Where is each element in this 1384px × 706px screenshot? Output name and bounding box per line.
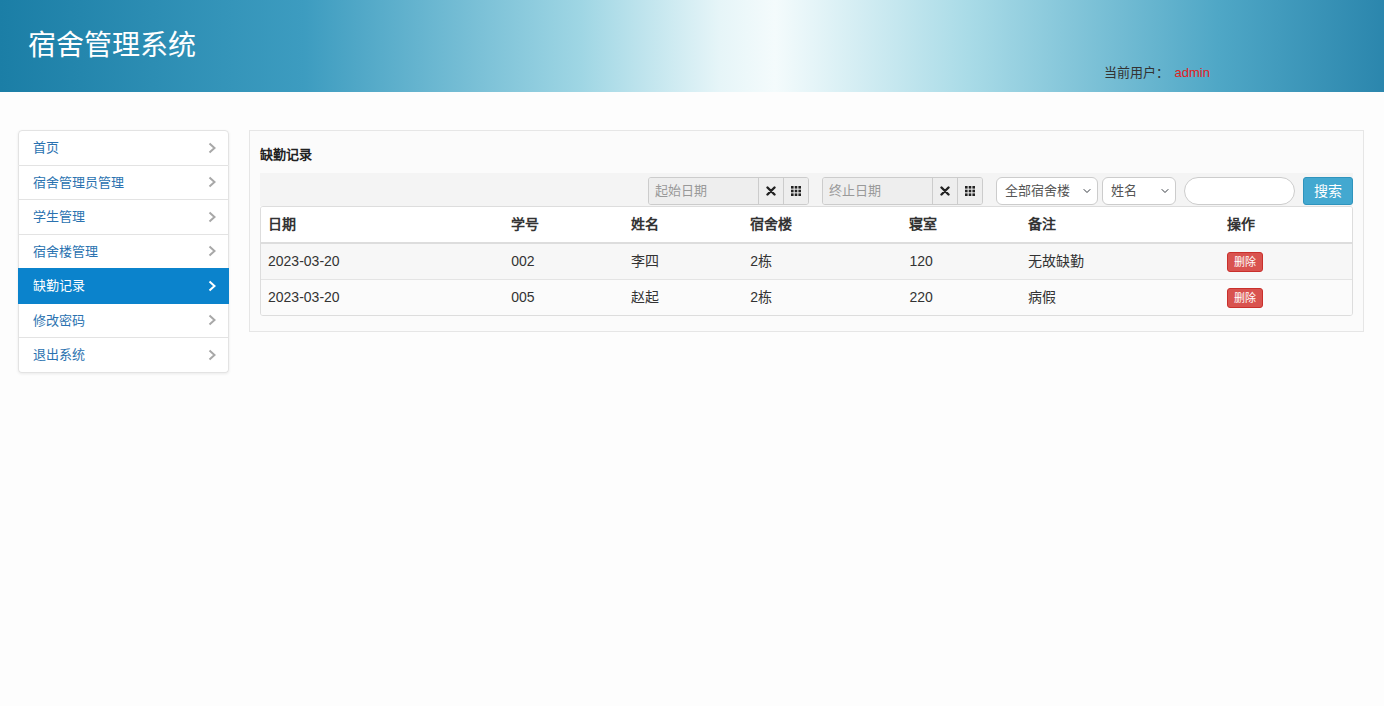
table-cell: 2023-03-20 [261,279,504,315]
column-header: 日期 [261,207,504,243]
table-cell: 002 [504,243,624,280]
sidebar-item[interactable]: 退出系统 [18,338,229,373]
table-cell: 无故缺勤 [1021,243,1220,280]
clear-button[interactable] [932,178,957,204]
delete-button[interactable]: 删除 [1227,252,1263,272]
chevron-right-icon [208,211,216,223]
table-cell: 李四 [624,243,743,280]
sidebar-item[interactable]: 修改密码 [18,304,229,339]
table-cell: 005 [504,279,624,315]
search-button[interactable]: 搜索 [1303,177,1353,205]
chevron-right-icon [208,349,216,361]
chevron-right-icon [208,314,216,326]
page-header: 宿舍管理系统当前用户： admin [0,0,1384,92]
user-name: admin [1175,65,1210,80]
table-header-row: 日期学号姓名宿舍楼寝室备注操作 [261,207,1352,243]
table-cell: 120 [902,243,1021,280]
clear-button[interactable] [758,178,783,204]
table-cell: 赵起 [624,279,743,315]
delete-button[interactable]: 删除 [1227,288,1263,308]
table-cell: 2栋 [743,279,902,315]
sidebar: 首页宿舍管理员管理学生管理宿舍楼管理缺勤记录修改密码退出系统 [18,130,229,373]
building-select[interactable]: 全部宿舍楼 [996,177,1098,205]
absence-panel: 缺勤记录全部宿舍楼姓名搜索日期学号姓名宿舍楼寝室备注操作2023-03-2000… [249,130,1364,332]
field-select[interactable]: 姓名 [1102,177,1176,205]
column-header: 宿舍楼 [743,207,902,243]
current-user: 当前用户： admin [1104,63,1210,93]
table-cell: 删除 [1220,279,1352,315]
sidebar-item[interactable]: 宿舍楼管理 [18,235,229,270]
page-body: 首页宿舍管理员管理学生管理宿舍楼管理缺勤记录修改密码退出系统缺勤记录全部宿舍楼姓… [0,92,1384,373]
chevron-right-icon [208,280,216,292]
table-cell: 2023-03-20 [261,243,504,280]
sidebar-item-label: 宿舍管理员管理 [33,173,124,193]
calendar-button[interactable] [783,178,808,204]
calendar-button[interactable] [957,178,982,204]
sidebar-item[interactable]: 缺勤记录 [18,268,229,304]
column-header: 操作 [1220,207,1352,243]
table-frame: 日期学号姓名宿舍楼寝室备注操作2023-03-20002李四2栋120无故缺勤删… [260,206,1353,317]
clear-icon [766,186,776,196]
sidebar-item[interactable]: 宿舍管理员管理 [18,166,229,201]
sidebar-item-label: 缺勤记录 [33,276,85,296]
absence-table: 日期学号姓名宿舍楼寝室备注操作2023-03-20002李四2栋120无故缺勤删… [261,207,1352,316]
sidebar-item-label: 学生管理 [33,207,85,227]
calendar-grid-icon [965,186,975,196]
search-toolbar: 全部宿舍楼姓名 搜索 [260,173,1353,206]
chevron-right-icon [208,245,216,257]
end-date [822,177,983,205]
start-date [648,177,809,205]
sidebar-item-label: 首页 [33,138,59,158]
sidebar-item[interactable]: 首页 [18,130,229,166]
column-header: 学号 [504,207,624,243]
column-header: 备注 [1021,207,1220,243]
calendar-grid-icon [791,186,801,196]
sidebar-item[interactable]: 学生管理 [18,200,229,235]
column-header: 姓名 [624,207,743,243]
table-cell: 2栋 [743,243,902,280]
table-cell: 220 [902,279,1021,315]
chevron-right-icon [208,142,216,154]
sidebar-item-label: 退出系统 [33,345,85,365]
end-date-input[interactable] [823,178,932,204]
clear-icon [940,186,950,196]
panel-title: 缺勤记录 [260,145,1353,165]
table-row: 2023-03-20005赵起2栋220病假删除 [261,279,1352,315]
keyword-input[interactable] [1184,177,1295,205]
start-date-input[interactable] [649,178,758,204]
table-cell: 删除 [1220,243,1352,280]
chevron-right-icon [208,176,216,188]
table-cell: 病假 [1021,279,1220,315]
app-title: 宿舍管理系统 [28,29,196,63]
sidebar-item-label: 宿舍楼管理 [33,242,98,262]
table-row: 2023-03-20002李四2栋120无故缺勤删除 [261,243,1352,280]
sidebar-item-label: 修改密码 [33,311,85,331]
user-label: 当前用户： [1104,65,1169,80]
column-header: 寝室 [902,207,1021,243]
